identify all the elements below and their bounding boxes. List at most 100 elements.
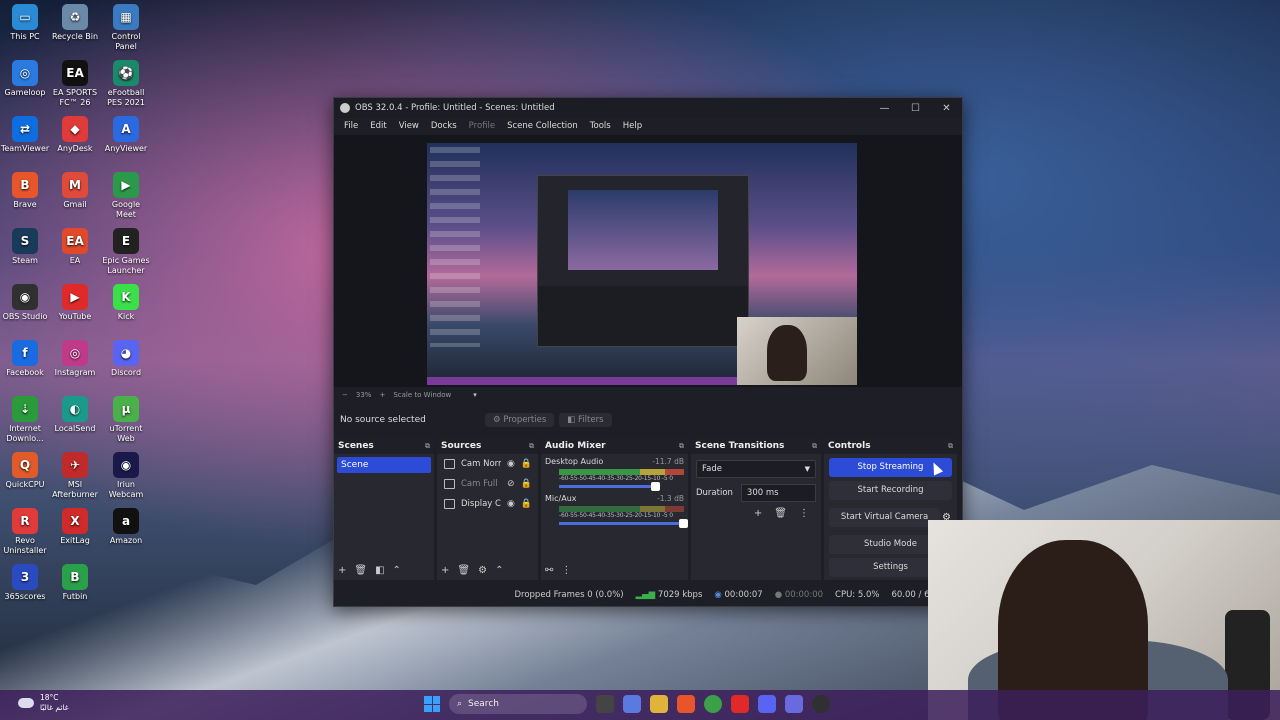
menu-edit[interactable]: Edit bbox=[364, 121, 392, 131]
volume-slider[interactable] bbox=[559, 482, 661, 491]
obs-icon[interactable] bbox=[812, 695, 830, 713]
desktop-icon[interactable]: A AnyViewer bbox=[101, 116, 151, 154]
brave-icon[interactable] bbox=[677, 695, 695, 713]
youtube-icon[interactable] bbox=[731, 695, 749, 713]
desktop-icon[interactable]: f Facebook bbox=[0, 340, 50, 378]
desktop-icon[interactable]: ◎ Instagram bbox=[50, 340, 100, 378]
eye-icon[interactable]: ◉ bbox=[507, 459, 515, 469]
program-preview[interactable] bbox=[427, 143, 857, 385]
desktop-icon[interactable]: ▦ Control Panel bbox=[101, 4, 151, 52]
zoom-out-button[interactable]: − bbox=[342, 391, 348, 399]
start-virtual-camera-button[interactable]: Start Virtual Camera bbox=[829, 508, 941, 527]
menu-scene-collection[interactable]: Scene Collection bbox=[501, 121, 584, 131]
desktop-icon[interactable]: E Epic Games Launcher bbox=[101, 228, 151, 276]
scale-to-window[interactable]: Scale to Window bbox=[393, 391, 451, 399]
lock-icon[interactable]: 🔒 bbox=[521, 479, 532, 489]
add-scene-icon[interactable]: + bbox=[338, 565, 346, 576]
dock-float-icon[interactable]: ⧉ bbox=[812, 442, 817, 451]
desktop-icon[interactable]: ◎ Gameloop bbox=[0, 60, 50, 98]
desktop-icon[interactable]: ◉ Iriun Webcam bbox=[101, 452, 151, 500]
eye-hidden-icon[interactable]: ⊘ bbox=[507, 479, 515, 489]
link-icon[interactable]: ⚯ bbox=[545, 565, 553, 576]
source-item[interactable]: Display Ca ◉ 🔒 bbox=[437, 494, 538, 514]
chevron-down-icon[interactable]: ▾ bbox=[473, 391, 477, 399]
source-item[interactable]: Cam Norm ◉ 🔒 bbox=[437, 454, 538, 474]
slider-knob[interactable] bbox=[679, 519, 689, 528]
desktop-icon[interactable]: M Gmail bbox=[50, 172, 100, 210]
volume-slider[interactable] bbox=[559, 519, 689, 528]
more-icon[interactable]: ⋮ bbox=[799, 508, 809, 519]
dock-float-icon[interactable]: ⧉ bbox=[948, 442, 953, 451]
desktop-icon[interactable]: EA EA SPORTS FC™ 26 bbox=[50, 60, 100, 108]
menu-profile[interactable]: Profile bbox=[463, 121, 501, 131]
transition-select[interactable]: Fade ▼ bbox=[696, 460, 816, 478]
desktop-icon[interactable]: ◕ Discord bbox=[101, 340, 151, 378]
desktop-icon[interactable]: ▶ YouTube bbox=[50, 284, 100, 322]
desktop-icon[interactable]: a Amazon bbox=[101, 508, 151, 546]
desktop-icon[interactable]: ⚽ eFootball PES 2021 bbox=[101, 60, 151, 108]
desktop-icon[interactable]: ♻ Recycle Bin bbox=[50, 4, 100, 42]
windows-start-icon[interactable] bbox=[424, 696, 440, 712]
maximize-icon[interactable]: ☐ bbox=[900, 103, 931, 114]
desktop-icon[interactable]: ⇄ TeamViewer bbox=[0, 116, 50, 154]
menu-view[interactable]: View bbox=[393, 121, 425, 131]
desktop-icon[interactable]: R Revo Uninstaller bbox=[0, 508, 50, 556]
task-view-icon[interactable] bbox=[596, 695, 614, 713]
weather-widget[interactable]: 18°C غائم غالبًا bbox=[18, 693, 69, 713]
dock-float-icon[interactable]: ⧉ bbox=[679, 442, 684, 451]
desktop-icon[interactable]: S Steam bbox=[0, 228, 50, 266]
dock-float-icon[interactable]: ⧉ bbox=[529, 442, 534, 451]
desktop-icon[interactable]: ◐ LocalSend bbox=[50, 396, 100, 434]
trash-icon[interactable]: 🗑 bbox=[457, 565, 470, 576]
menu-tools[interactable]: Tools bbox=[584, 121, 617, 131]
desktop-icon[interactable]: ✈ MSI Afterburner bbox=[50, 452, 100, 500]
filter-icon[interactable]: ◧ bbox=[375, 565, 384, 576]
desktop-icon[interactable]: B Brave bbox=[0, 172, 50, 210]
menu-help[interactable]: Help bbox=[617, 121, 648, 131]
menu-docks[interactable]: Docks bbox=[425, 121, 463, 131]
copilot-icon[interactable] bbox=[623, 695, 641, 713]
desktop-icon[interactable]: ▭ This PC bbox=[0, 4, 50, 42]
chevron-up-icon[interactable]: ⌃ bbox=[393, 565, 401, 576]
add-transition-icon[interactable]: + bbox=[754, 508, 762, 519]
source-item[interactable]: Cam Full ⊘ 🔒 bbox=[437, 474, 538, 494]
desktop-icon[interactable]: 3 365scores bbox=[0, 564, 50, 602]
desktop-icon[interactable]: ⇣ Internet Downlo... bbox=[0, 396, 50, 444]
close-icon[interactable]: ✕ bbox=[931, 103, 962, 114]
dock-float-icon[interactable]: ⧉ bbox=[425, 442, 430, 451]
desktop-icon[interactable]: ◉ OBS Studio bbox=[0, 284, 50, 322]
eye-icon[interactable]: ◉ bbox=[507, 499, 515, 509]
add-source-icon[interactable]: + bbox=[441, 565, 449, 576]
desktop-icon[interactable]: K Kick bbox=[101, 284, 151, 322]
more-icon[interactable]: ⋮ bbox=[561, 565, 571, 576]
menu-file[interactable]: File bbox=[338, 121, 364, 131]
bitrate-value: 7029 kbps bbox=[657, 590, 703, 600]
taskbar-search[interactable]: ⌕ Search bbox=[449, 694, 587, 714]
desktop-icon[interactable]: μ uTorrent Web bbox=[101, 396, 151, 444]
start-recording-button[interactable]: Start Recording bbox=[829, 481, 952, 500]
zoom-in-button[interactable]: + bbox=[379, 391, 385, 399]
app-icon: ▶ bbox=[62, 284, 88, 310]
trash-icon[interactable]: 🗑 bbox=[354, 565, 367, 576]
desktop-icon[interactable]: ▶ Google Meet bbox=[101, 172, 151, 220]
lock-icon[interactable]: 🔒 bbox=[521, 499, 532, 509]
desktop-icon[interactable]: X ExitLag bbox=[50, 508, 100, 546]
desktop-icon[interactable]: EA EA bbox=[50, 228, 100, 266]
chevron-up-icon[interactable]: ⌃ bbox=[495, 565, 503, 576]
discord-icon[interactable] bbox=[758, 695, 776, 713]
chrome-icon[interactable] bbox=[704, 695, 722, 713]
gear-icon[interactable]: ⚙ bbox=[478, 565, 487, 576]
slider-knob[interactable] bbox=[651, 482, 661, 491]
desktop-icon[interactable]: B Futbin bbox=[50, 564, 100, 602]
lock-icon[interactable]: 🔒 bbox=[521, 459, 532, 469]
properties-button[interactable]: ⚙ Properties bbox=[485, 413, 555, 427]
filters-button[interactable]: ◧ Filters bbox=[559, 413, 612, 427]
game-icon[interactable] bbox=[785, 695, 803, 713]
duration-input[interactable]: 300 ms bbox=[740, 484, 816, 502]
scene-item[interactable]: Scene bbox=[337, 457, 431, 473]
file-explorer-icon[interactable] bbox=[650, 695, 668, 713]
desktop-icon[interactable]: Q QuickCPU bbox=[0, 452, 50, 490]
trash-icon[interactable]: 🗑 bbox=[774, 508, 787, 519]
desktop-icon[interactable]: ◆ AnyDesk bbox=[50, 116, 100, 154]
minimize-icon[interactable]: — bbox=[869, 103, 900, 114]
